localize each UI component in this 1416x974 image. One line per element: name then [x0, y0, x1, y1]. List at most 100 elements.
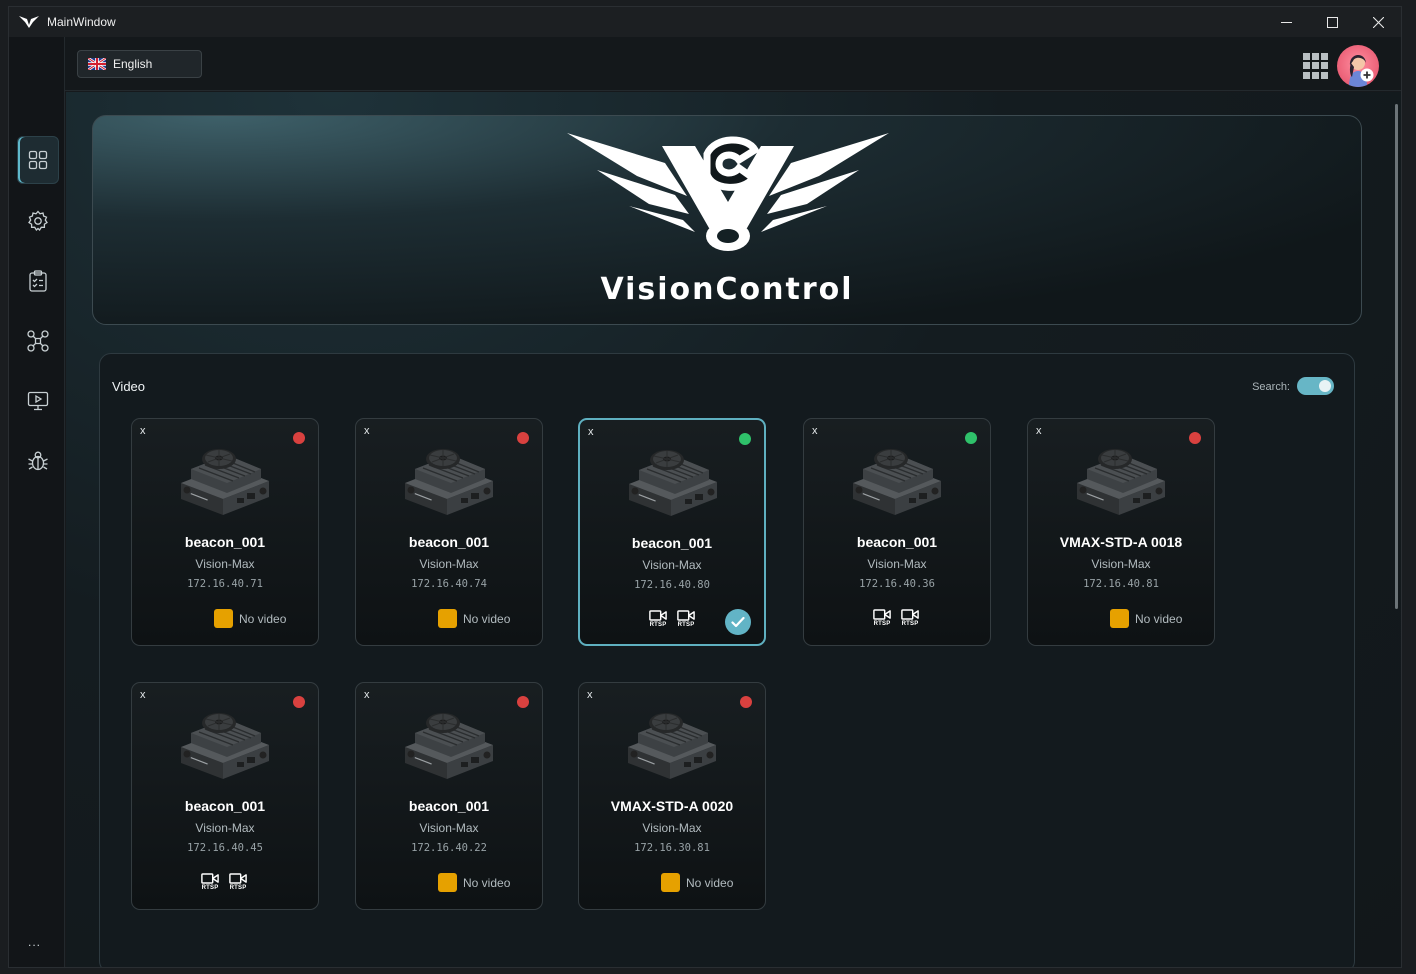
minimize-button[interactable] — [1263, 7, 1309, 37]
remove-card-button[interactable]: x — [587, 689, 593, 701]
nav-drones[interactable] — [17, 317, 59, 365]
nav-tasks[interactable] — [17, 257, 59, 305]
no-video-icon — [1110, 609, 1129, 628]
search-toggle-label: Search: — [1252, 381, 1290, 393]
device-model: Vision-Max — [642, 558, 702, 572]
window-title: MainWindow — [47, 15, 116, 29]
settings-gear-icon — [28, 210, 48, 232]
remove-card-button[interactable]: x — [588, 426, 594, 438]
remove-card-button[interactable]: x — [140, 689, 146, 701]
rtsp-stream-button[interactable]: RTSP — [228, 873, 248, 891]
remove-card-button[interactable]: x — [364, 689, 370, 701]
device-card[interactable]: x beacon_001 Vision-Max 172.16.40.74 No vide… — [355, 418, 543, 646]
device-name: beacon_001 — [408, 534, 490, 550]
device-card[interactable]: x VMAX-STD-A 0018 Vision-Max 172.16.40.81 No… — [1027, 418, 1215, 646]
rtsp-label: RTSP — [873, 621, 891, 627]
visioncontrol-logo — [567, 133, 889, 251]
rtsp-stream-button[interactable]: RTSP — [676, 610, 696, 628]
device-card[interactable]: x beacon_001 Vision-Max 172.16.40.22 No vide… — [355, 682, 543, 910]
video-camera-icon — [649, 610, 667, 621]
connection-status-dot — [517, 432, 529, 444]
device-ip: 172.16.40.74 — [411, 578, 487, 590]
dashboard-icon — [28, 150, 48, 170]
device-name: beacon_001 — [631, 535, 713, 551]
close-button[interactable] — [1355, 7, 1401, 37]
device-model: Vision-Max — [642, 821, 702, 835]
rtsp-stream-button[interactable]: RTSP — [872, 609, 892, 627]
connection-status-dot — [293, 696, 305, 708]
device-image — [401, 435, 497, 523]
connection-status-dot — [965, 432, 977, 444]
no-video-indicator: No video — [438, 873, 510, 892]
maximize-icon — [1326, 16, 1338, 28]
top-bar: English — [65, 37, 1401, 91]
device-image — [624, 699, 720, 787]
main-window: MainWindow ... English VisionControl Vid… — [8, 6, 1402, 968]
language-label: English — [113, 57, 153, 71]
device-model: Vision-Max — [867, 557, 927, 571]
rtsp-stream-button[interactable]: RTSP — [648, 610, 668, 628]
title-bar[interactable]: MainWindow — [9, 7, 1401, 37]
rtsp-label: RTSP — [677, 622, 695, 628]
clipboard-checklist-icon — [29, 270, 47, 292]
nav-debug[interactable] — [17, 437, 59, 485]
device-ip: 172.16.40.81 — [1083, 578, 1159, 590]
device-card[interactable]: x beacon_001 Vision-Max 172.16.40.36 RTSP RTS… — [803, 418, 991, 646]
no-video-icon — [438, 873, 457, 892]
device-card[interactable]: x VMAX-STD-A 0020 Vision-Max 172.16.30.81 No… — [578, 682, 766, 910]
close-icon — [1372, 16, 1384, 28]
remove-card-button[interactable]: x — [140, 425, 146, 437]
device-ip: 172.16.40.22 — [411, 842, 487, 854]
rtsp-streams: RTSP RTSP — [872, 609, 920, 627]
device-ip: 172.16.40.71 — [187, 578, 263, 590]
device-image — [401, 699, 497, 787]
nav-monitor[interactable] — [17, 377, 59, 425]
no-video-icon — [214, 609, 233, 628]
video-camera-icon — [677, 610, 695, 621]
no-video-indicator: No video — [438, 609, 510, 628]
maximize-button[interactable] — [1309, 7, 1355, 37]
device-model: Vision-Max — [1091, 557, 1151, 571]
connection-status-dot — [293, 432, 305, 444]
remove-card-button[interactable]: x — [364, 425, 370, 437]
no-video-label: No video — [686, 875, 734, 890]
no-video-label: No video — [1135, 611, 1183, 626]
remove-card-button[interactable]: x — [812, 425, 818, 437]
device-model: Vision-Max — [419, 557, 479, 571]
remove-card-button[interactable]: x — [1036, 425, 1042, 437]
video-panel-title: Video — [112, 379, 146, 394]
rtsp-stream-button[interactable]: RTSP — [900, 609, 920, 627]
video-camera-icon — [873, 609, 891, 620]
app-logo-icon — [19, 16, 39, 28]
device-card[interactable]: x beacon_001 Vision-Max 172.16.40.45 RTSP RTS… — [131, 682, 319, 910]
device-model: Vision-Max — [419, 821, 479, 835]
no-video-indicator: No video — [1110, 609, 1182, 628]
video-camera-icon — [901, 609, 919, 620]
bug-icon — [28, 451, 48, 471]
uk-flag-icon — [88, 58, 106, 70]
nav-settings[interactable] — [17, 197, 59, 245]
device-image — [625, 436, 721, 524]
no-video-icon — [661, 873, 680, 892]
language-selector[interactable]: English — [77, 50, 202, 78]
search-toggle[interactable] — [1297, 377, 1334, 395]
sidebar-more-button[interactable]: ... — [28, 935, 41, 949]
apps-grid-icon — [1303, 53, 1310, 60]
device-ip: 172.16.40.36 — [859, 578, 935, 590]
user-avatar[interactable] — [1337, 45, 1379, 87]
rtsp-streams: RTSP RTSP — [648, 610, 696, 628]
device-ip: 172.16.40.80 — [634, 579, 710, 591]
apps-grid-button[interactable] — [1303, 53, 1329, 79]
device-card[interactable]: x beacon_001 Vision-Max 172.16.40.80 RTSP RTS… — [578, 418, 766, 646]
rtsp-streams: RTSP RTSP — [200, 873, 248, 891]
monitor-play-icon — [27, 391, 49, 411]
device-card[interactable]: x beacon_001 Vision-Max 172.16.40.71 No vide… — [131, 418, 319, 646]
video-panel: Video Search: x beacon_001 Vision-Max 172.1… — [99, 353, 1355, 967]
device-name: VMAX-STD-A 0020 — [610, 798, 734, 814]
device-image — [177, 699, 273, 787]
rtsp-stream-button[interactable]: RTSP — [200, 873, 220, 891]
vertical-scrollbar[interactable] — [1395, 104, 1398, 609]
nav-dashboard[interactable] — [17, 136, 59, 184]
no-video-icon — [438, 609, 457, 628]
no-video-indicator: No video — [214, 609, 286, 628]
